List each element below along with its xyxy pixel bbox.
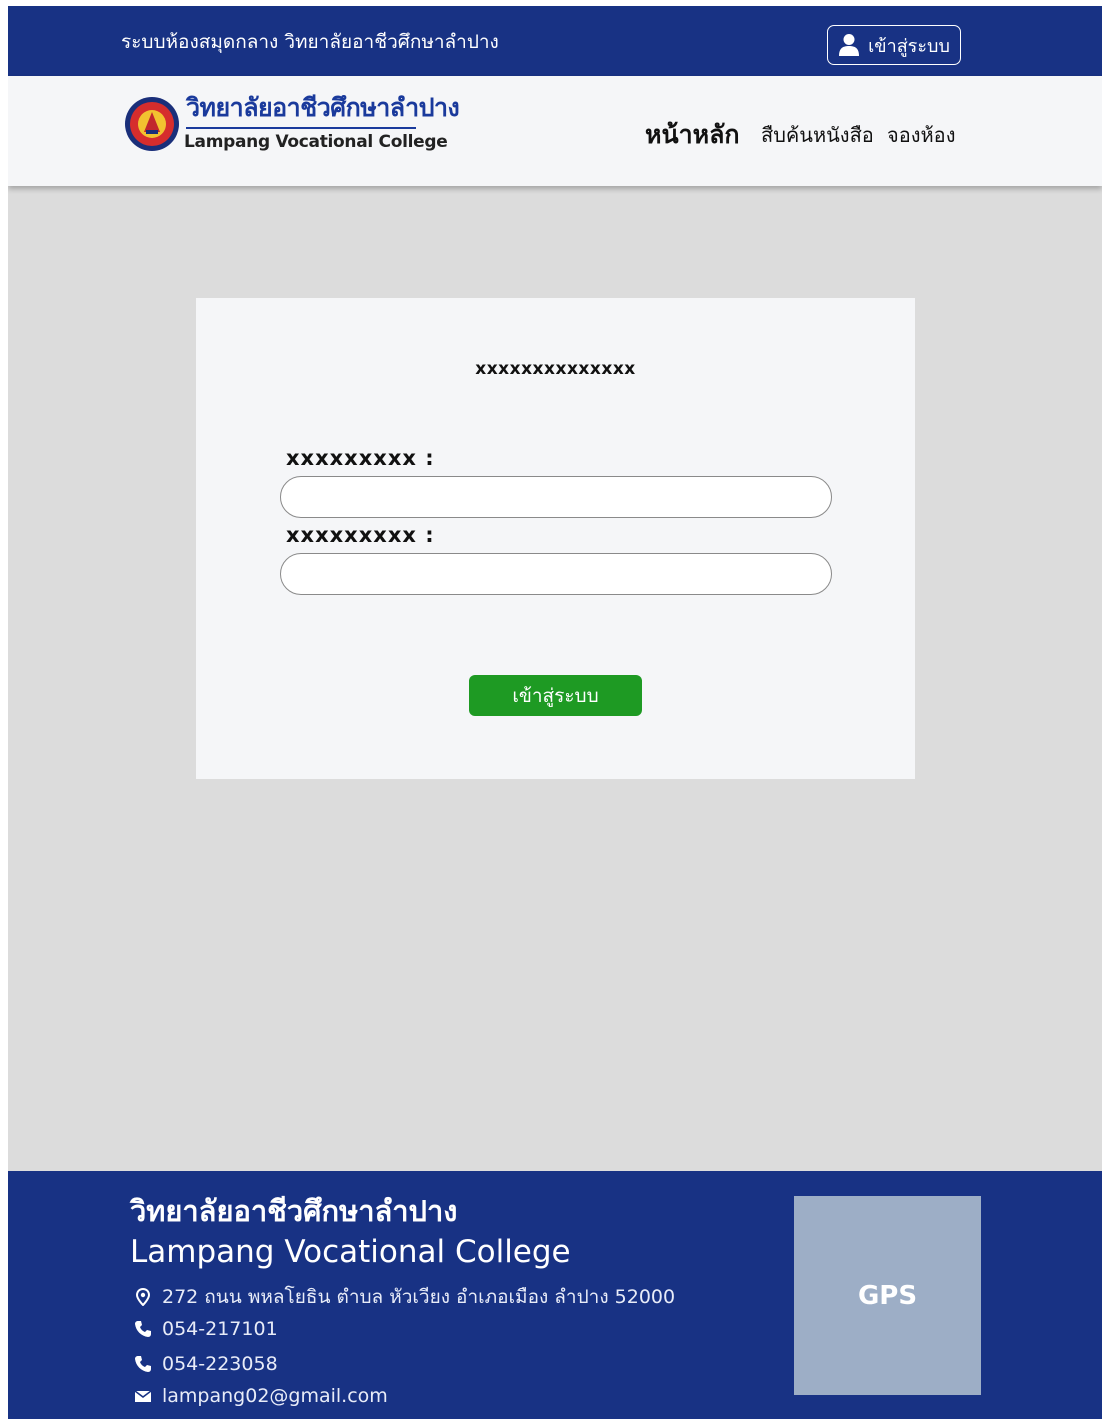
phone-icon — [135, 1356, 151, 1372]
gps-map-placeholder[interactable]: GPS — [794, 1196, 981, 1395]
page: ระบบห้องสมุดกลาง วิทยาลัยอาชีวศึกษาลำปาง… — [8, 6, 1102, 1419]
phone-2-text: 054-223058 — [162, 1353, 278, 1375]
phone-1-text: 054-217101 — [162, 1318, 278, 1340]
brand-divider — [186, 127, 416, 129]
nav-room-booking[interactable]: จองห้อง — [887, 119, 955, 151]
map-pin-icon — [135, 1288, 151, 1306]
brand-name-thai: วิทยาลัยอาชีวศึกษาลำปาง — [186, 93, 460, 122]
footer-phone-1: 054-217101 — [134, 1318, 278, 1340]
login-card-title: xxxxxxxxxxxxxx — [475, 359, 636, 379]
login-card: xxxxxxxxxxxxxx xxxxxxxxx : xxxxxxxxx : เ… — [196, 298, 915, 779]
password-input[interactable] — [280, 553, 832, 595]
user-icon — [839, 34, 860, 56]
footer-phone-2: 054-223058 — [134, 1353, 278, 1375]
top-bar: ระบบห้องสมุดกลาง วิทยาลัยอาชีวศึกษาลำปาง… — [8, 6, 1102, 76]
address-text: 272 ถนน พหลโยธิน ตำบล หัวเวียง อำเภอเมือ… — [162, 1286, 676, 1308]
footer: วิทยาลัยอาชีวศึกษาลำปาง Lampang Vocation… — [8, 1171, 1102, 1419]
login-button-label: เข้าสู่ระบบ — [868, 35, 950, 57]
nav-home[interactable]: หน้าหลัก — [645, 115, 740, 155]
site-title: ระบบห้องสมุดกลาง วิทยาลัยอาชีวศึกษาลำปาง — [121, 31, 499, 53]
username-input[interactable] — [280, 476, 832, 518]
gps-label: GPS — [857, 1280, 918, 1311]
username-label: xxxxxxxxx : — [286, 446, 435, 470]
email-text[interactable]: lampang02@gmail.com — [162, 1385, 388, 1407]
login-submit-button[interactable]: เข้าสู่ระบบ — [469, 675, 642, 716]
college-logo — [125, 97, 179, 151]
envelope-icon — [134, 1390, 152, 1402]
password-label: xxxxxxxxx : — [286, 523, 435, 547]
phone-icon — [135, 1321, 151, 1337]
footer-name-thai: วิทยาลัยอาชีวศึกษาลำปาง — [130, 1194, 458, 1228]
footer-name-english: Lampang Vocational College — [130, 1234, 571, 1270]
login-button[interactable]: เข้าสู่ระบบ — [827, 25, 961, 65]
nav-book-search[interactable]: สืบค้นหนังสือ — [761, 119, 874, 151]
footer-email: lampang02@gmail.com — [134, 1385, 388, 1407]
brand-name-english: Lampang Vocational College — [184, 132, 448, 152]
footer-address: 272 ถนน พหลโยธิน ตำบล หัวเวียง อำเภอเมือ… — [134, 1286, 675, 1308]
